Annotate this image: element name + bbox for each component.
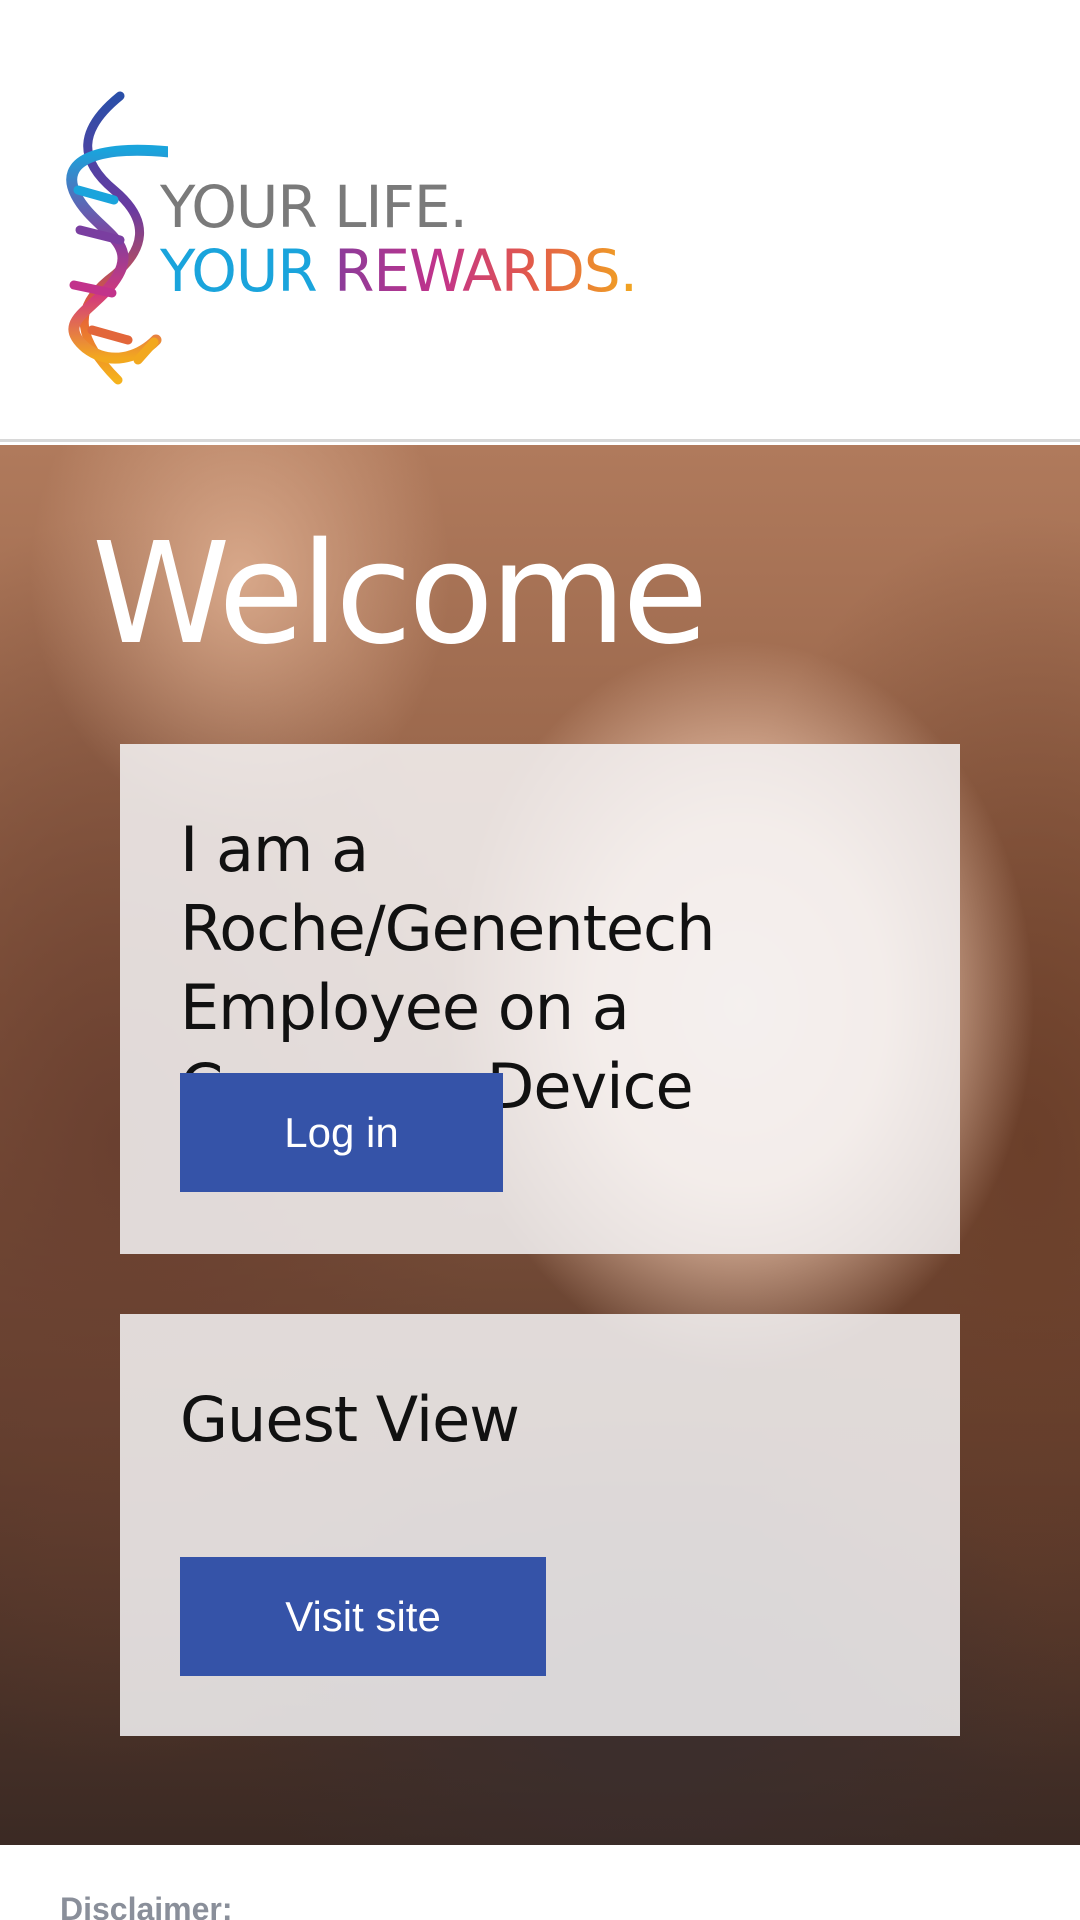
header: YOUR LIFE. YOUR REWARDS. bbox=[0, 0, 1080, 442]
welcome-title: Welcome bbox=[92, 513, 708, 676]
footer: Disclaimer: bbox=[0, 1845, 1080, 1920]
guest-view-card: Guest View Visit site bbox=[120, 1314, 960, 1736]
logo-tagline-your: YOUR bbox=[160, 237, 335, 305]
logo-tagline-line2: YOUR REWARDS. bbox=[160, 242, 638, 300]
log-in-button[interactable]: Log in bbox=[180, 1073, 503, 1192]
hero-section: Welcome I am a Roche/Genentech Employee … bbox=[0, 445, 1080, 1845]
guest-card-heading: Guest View bbox=[180, 1383, 520, 1456]
logo-tagline-rewards: REWARDS. bbox=[334, 237, 638, 305]
page: YOUR LIFE. YOUR REWARDS. Welcome I am a … bbox=[0, 0, 1080, 1920]
visit-site-button[interactable]: Visit site bbox=[180, 1557, 546, 1676]
logo[interactable]: YOUR LIFE. YOUR REWARDS. bbox=[58, 90, 658, 390]
logo-tagline-line1: YOUR LIFE. bbox=[160, 173, 468, 241]
dna-helix-icon bbox=[66, 91, 168, 385]
disclaimer-label: Disclaimer: bbox=[60, 1891, 233, 1920]
employee-login-card: I am a Roche/Genentech Employee on a Com… bbox=[120, 744, 960, 1254]
